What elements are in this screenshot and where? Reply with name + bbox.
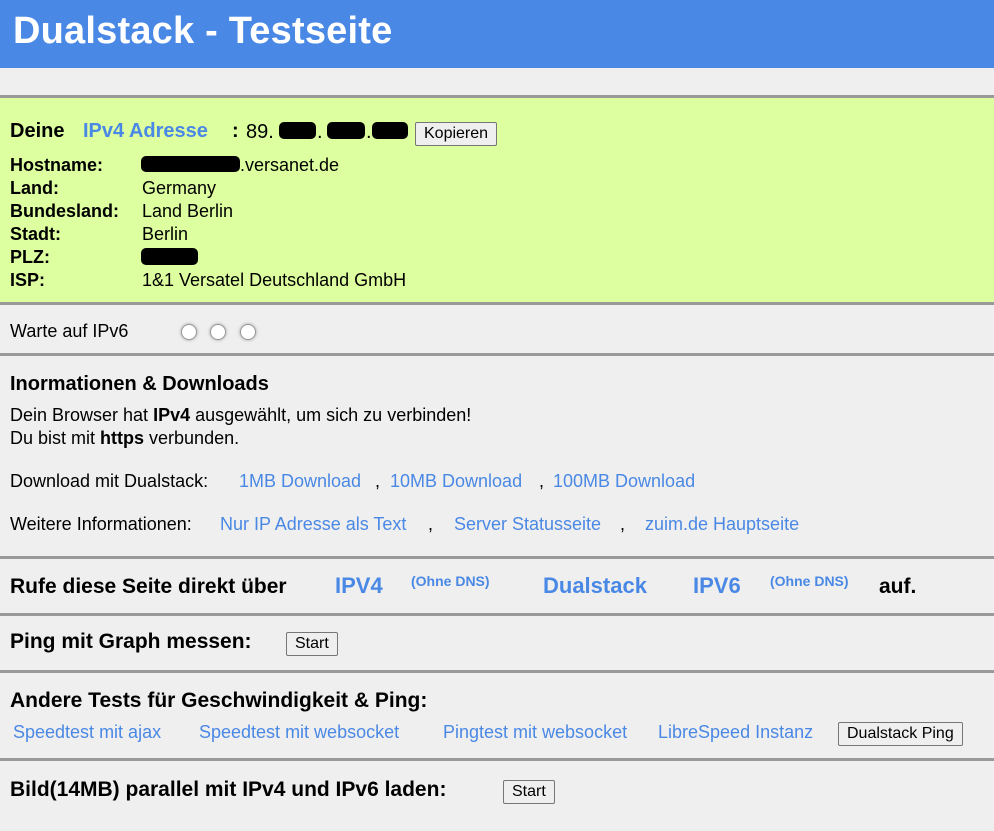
speedtest-websocket-link[interactable]: Speedtest mit websocket	[199, 722, 399, 743]
separator: ,	[428, 514, 434, 534]
ipv6-section: Warte auf IPv6	[0, 302, 994, 356]
field-label-stadt: Stadt:	[10, 224, 61, 244]
redacted-ip-octet	[279, 122, 316, 139]
image-test-section: Bild(14MB) parallel mit IPv4 und IPv6 la…	[0, 758, 994, 831]
redacted-hostname	[141, 156, 240, 172]
field-value-hostname: .versanet.de	[240, 155, 340, 175]
field-value-land: Germany	[142, 178, 217, 198]
page-header: Dualstack - Testseite	[0, 0, 994, 68]
ipv4-address-dot: .	[317, 121, 323, 143]
other-tests-title: Andere Tests für Geschwindigkeit & Ping:	[10, 689, 428, 712]
direct-ipv4-link[interactable]: IPV4	[335, 573, 383, 599]
field-label-hostname: Hostname:	[10, 155, 104, 175]
zuim-homepage-link[interactable]: zuim.de Hauptseite	[645, 514, 799, 535]
loading-dot-icon	[210, 324, 226, 340]
redacted-ip-octet	[327, 122, 365, 139]
ping-section: Ping mit Graph messen: Start	[0, 613, 994, 673]
direct-access-tail: auf.	[879, 575, 917, 598]
info-section: Inormationen & Downloads Dein Browser ha…	[0, 353, 994, 559]
field-label-land: Land:	[10, 178, 59, 198]
field-value-bundesland: Land Berlin	[142, 201, 234, 221]
redacted-plz	[141, 248, 198, 265]
ipv4-proto-label: IPv4 Adresse	[83, 120, 208, 142]
loading-dot-icon	[181, 324, 197, 340]
ipv4-address-dot: .	[366, 121, 372, 143]
download-100mb-link[interactable]: 100MB Download	[553, 471, 695, 492]
no-dns-note: (Ohne DNS)	[770, 573, 849, 589]
download-10mb-link[interactable]: 10MB Download	[390, 471, 522, 492]
field-label-bundesland: Bundesland:	[10, 201, 120, 221]
https-line: Du bist mit https verbunden.	[10, 428, 240, 448]
ipv4-lead: Deine	[10, 120, 65, 142]
separator: ,	[620, 514, 626, 534]
ping-title: Ping mit Graph messen:	[10, 630, 252, 653]
browser-protocol-line: Dein Browser hat IPv4 ausgewählt, um sic…	[10, 405, 472, 425]
dualstack-ping-button[interactable]: Dualstack Ping	[838, 722, 963, 746]
copy-ip-button[interactable]: Kopieren	[415, 122, 498, 146]
speedtest-ajax-link[interactable]: Speedtest mit ajax	[13, 722, 161, 743]
field-label-isp: ISP:	[10, 270, 46, 290]
ipv4-address-prefix: 89.	[246, 121, 274, 143]
ipv6-wait-text: Warte auf IPv6	[10, 321, 129, 341]
field-label-plz: PLZ:	[10, 247, 50, 267]
ipv4-section: Deine IPv4 Adresse : 89. . . Kopieren Ho…	[0, 95, 994, 305]
direct-access-section: Rufe diese Seite direkt über IPV4 (Ohne …	[0, 556, 994, 616]
ping-start-button[interactable]: Start	[286, 632, 338, 656]
field-value-isp: 1&1 Versatel Deutschland GmbH	[142, 270, 407, 290]
pingtest-websocket-link[interactable]: Pingtest mit websocket	[443, 722, 627, 743]
redacted-ip-octet	[372, 122, 408, 139]
librespeed-link[interactable]: LibreSpeed Instanz	[658, 722, 813, 743]
field-value-stadt: Berlin	[142, 224, 189, 244]
page-title: Dualstack - Testseite	[13, 10, 393, 52]
ipv4-colon: :	[232, 120, 239, 142]
image-test-start-button[interactable]: Start	[503, 780, 555, 804]
separator: ,	[375, 471, 381, 491]
ip-as-text-link[interactable]: Nur IP Adresse als Text	[220, 514, 406, 535]
loading-dot-icon	[240, 324, 256, 340]
download-label: Download mit Dualstack:	[10, 471, 209, 491]
direct-ipv6-link[interactable]: IPV6	[693, 573, 741, 599]
server-status-link[interactable]: Server Statusseite	[454, 514, 601, 535]
direct-access-lead: Rufe diese Seite direkt über	[10, 575, 287, 598]
direct-dualstack-link[interactable]: Dualstack	[543, 573, 647, 599]
download-1mb-link[interactable]: 1MB Download	[239, 471, 361, 492]
no-dns-note: (Ohne DNS)	[411, 573, 490, 589]
info-title: Inormationen & Downloads	[10, 373, 269, 395]
image-test-title: Bild(14MB) parallel mit IPv4 und IPv6 la…	[10, 778, 447, 801]
more-info-label: Weitere Informationen:	[10, 514, 192, 534]
other-tests-section: Andere Tests für Geschwindigkeit & Ping:…	[0, 670, 994, 761]
separator: ,	[539, 471, 545, 491]
